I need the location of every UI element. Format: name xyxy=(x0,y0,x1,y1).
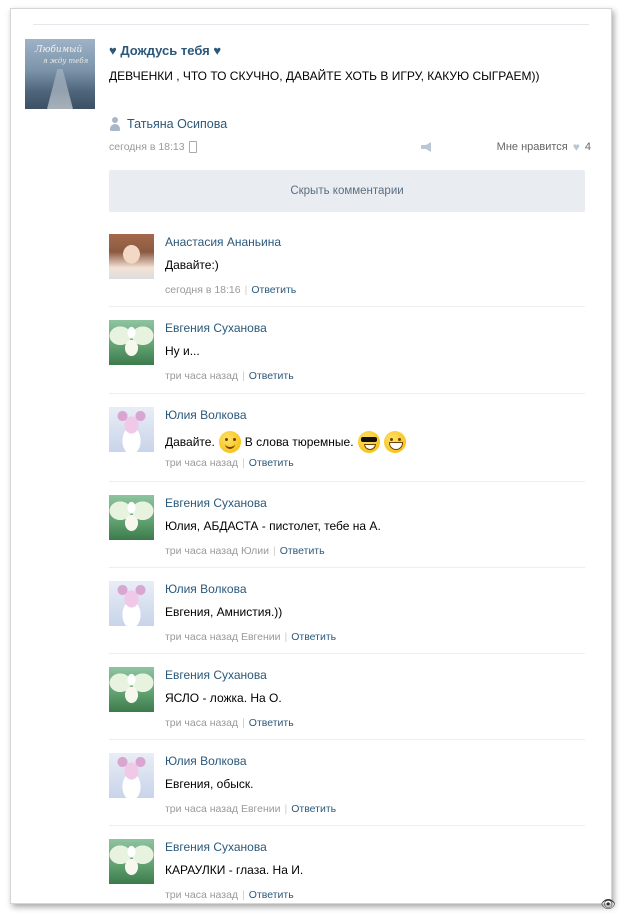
avatar[interactable] xyxy=(109,839,154,884)
avatar[interactable] xyxy=(109,320,154,365)
comment-meta: три часа назад | Ответить xyxy=(165,370,294,382)
comment: Евгения Суханова Ну и... три часа назад |… xyxy=(109,306,585,392)
share-icon[interactable] xyxy=(420,142,434,152)
like-button[interactable]: Мне нравится ♥ 4 xyxy=(497,140,591,154)
comment-text: КАРАУЛКИ - глаза. На И. xyxy=(165,863,304,877)
avatar[interactable] xyxy=(109,667,154,712)
comment-meta: три часа назад | Ответить xyxy=(165,717,294,729)
hide-comments-button[interactable]: Скрыть комментарии xyxy=(109,170,585,212)
heart-icon: ♥ xyxy=(572,140,580,154)
person-icon xyxy=(109,117,121,131)
post-image-text-1: Любимый xyxy=(35,45,83,55)
smile-emoji-icon xyxy=(218,431,241,453)
comment-text: Юлия, АБДАСТА - пистолет, тебе на А. xyxy=(165,519,381,533)
comment: Евгения Суханова Юлия, АБДАСТА - пистоле… xyxy=(109,481,585,567)
post-image[interactable]: Любимый я жду тебя xyxy=(25,39,95,109)
comment-text: Давайте:) xyxy=(165,258,219,272)
comment-text: ЯСЛО - ложка. На О. xyxy=(165,691,282,705)
comment-meta: три часа назад Евгении | Ответить xyxy=(165,803,337,815)
cool-emoji-icon xyxy=(357,431,380,453)
comment: Евгения Суханова КАРАУЛКИ - глаза. На И.… xyxy=(109,825,585,903)
avatar[interactable] xyxy=(109,495,154,540)
comment-time[interactable]: сегодня в 18:16 xyxy=(165,284,241,296)
post-time[interactable]: сегодня в 18:13 xyxy=(109,141,185,153)
comment-author[interactable]: Евгения Суханова xyxy=(165,496,267,510)
comment-text: Давайте. В слова тюремные. xyxy=(165,431,406,453)
comment-meta: сегодня в 18:16 | Ответить xyxy=(165,284,297,296)
author-link[interactable]: Татьяна Осипова xyxy=(127,117,227,131)
post-card: Любимый я жду тебя ♥ Дождусь тебя ♥ ДЕВЧ… xyxy=(10,8,612,904)
avatar[interactable] xyxy=(109,407,154,452)
post-meta: сегодня в 18:13 xyxy=(109,141,197,153)
comment-author[interactable]: Евгения Суханова xyxy=(165,668,267,682)
author-row: Татьяна Осипова xyxy=(109,116,227,132)
divider xyxy=(109,393,585,394)
comment-time[interactable]: три часа назад Юлии xyxy=(165,545,269,557)
comment-author[interactable]: Евгения Суханова xyxy=(165,840,267,854)
watermark-icon: 👁 xyxy=(600,897,616,911)
grin-emoji-icon xyxy=(383,431,406,453)
comment-time[interactable]: три часа назад xyxy=(165,370,238,382)
comment-author[interactable]: Юлия Волкова xyxy=(165,754,247,768)
post-image-text-2: я жду тебя xyxy=(43,57,89,65)
divider xyxy=(109,739,585,740)
comment: Юлия Волкова Евгения, обыск. три часа на… xyxy=(109,739,585,825)
comment-meta: три часа назад Юлии | Ответить xyxy=(165,545,325,557)
comment-time[interactable]: три часа назад Евгении xyxy=(165,631,281,643)
comment-time[interactable]: три часа назад xyxy=(165,889,238,901)
comment-time[interactable]: три часа назад Евгении xyxy=(165,803,281,815)
comment-author[interactable]: Анастасия Ананьина xyxy=(165,235,281,249)
avatar[interactable] xyxy=(109,581,154,626)
comment-text: Евгения, обыск. xyxy=(165,777,254,791)
reply-link[interactable]: Ответить xyxy=(291,803,336,815)
reply-link[interactable]: Ответить xyxy=(249,370,294,382)
avatar[interactable] xyxy=(109,234,154,279)
divider xyxy=(109,567,585,568)
comment-author[interactable]: Юлия Волкова xyxy=(165,408,247,422)
reply-link[interactable]: Ответить xyxy=(249,717,294,729)
comment: Юлия Волкова Евгения, Амнистия.)) три ча… xyxy=(109,567,585,653)
like-label: Мне нравится xyxy=(496,141,568,153)
comment-text: Евгения, Амнистия.)) xyxy=(165,605,283,619)
comment-time[interactable]: три часа назад xyxy=(165,717,238,729)
divider xyxy=(33,24,589,25)
post-text: ДЕВЧЕНКИ , ЧТО ТО СКУЧНО, ДАВАЙТЕ ХОТЬ В… xyxy=(109,69,540,83)
comment: Юлия Волкова Давайте. В слова тюремные. … xyxy=(109,393,585,479)
comment-author[interactable]: Евгения Суханова xyxy=(165,321,267,335)
divider xyxy=(109,653,585,654)
comment-meta: три часа назад | Ответить xyxy=(165,889,294,901)
reply-link[interactable]: Ответить xyxy=(291,631,336,643)
divider xyxy=(109,481,585,482)
divider xyxy=(109,306,585,307)
reply-link[interactable]: Ответить xyxy=(280,545,325,557)
reply-link[interactable]: Ответить xyxy=(249,889,294,901)
group-title[interactable]: ♥ Дождусь тебя ♥ xyxy=(109,43,221,58)
mobile-icon xyxy=(188,141,197,153)
comment-time[interactable]: три часа назад xyxy=(165,457,238,469)
comment-author[interactable]: Юлия Волкова xyxy=(165,582,247,596)
comment-text: Ну и... xyxy=(165,344,200,358)
avatar[interactable] xyxy=(109,753,154,798)
comment-meta: три часа назад | Ответить xyxy=(165,457,294,469)
comment-meta: три часа назад Евгении | Ответить xyxy=(165,631,337,643)
reply-link[interactable]: Ответить xyxy=(249,457,294,469)
comment: Евгения Суханова ЯСЛО - ложка. На О. три… xyxy=(109,653,585,739)
reply-link[interactable]: Ответить xyxy=(251,284,296,296)
like-count: 4 xyxy=(584,141,591,153)
comment: Анастасия Ананьина Давайте:) сегодня в 1… xyxy=(109,220,585,306)
road-illustration xyxy=(47,69,73,109)
divider xyxy=(109,825,585,826)
